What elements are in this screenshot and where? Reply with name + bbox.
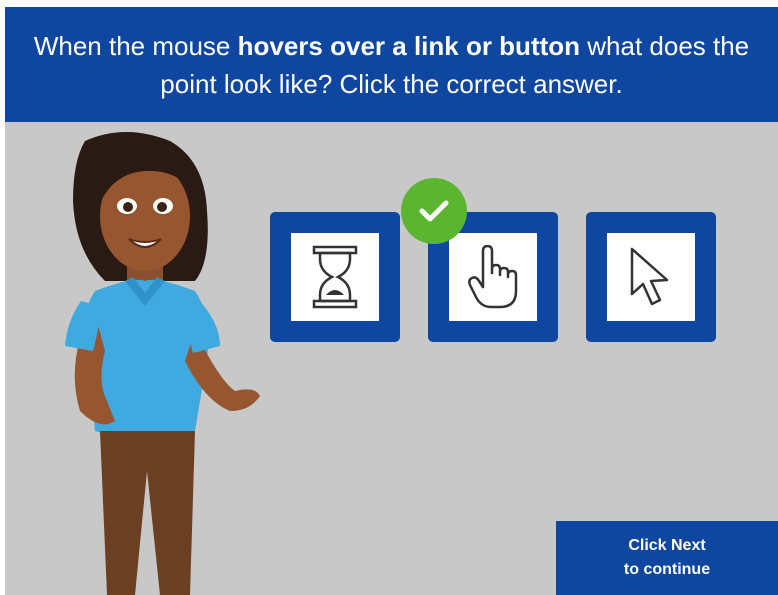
correct-answer-badge xyxy=(401,178,467,244)
next-button[interactable]: Click Next to continue xyxy=(556,521,778,595)
question-text: When the mouse hovers over a link or but… xyxy=(32,27,752,103)
answer-option-hourglass[interactable] xyxy=(270,212,400,342)
next-button-line1: Click Next xyxy=(628,537,706,554)
option-tile xyxy=(607,233,695,321)
answer-option-arrow-cursor[interactable] xyxy=(586,212,716,342)
checkmark-icon xyxy=(419,200,449,222)
instructor-character xyxy=(65,132,260,595)
hourglass-icon xyxy=(312,245,358,309)
next-button-line2: to continue xyxy=(623,561,711,578)
option-tile xyxy=(449,233,537,321)
option-tile xyxy=(291,233,379,321)
question-text-bold: hovers over a link or button xyxy=(237,30,581,61)
hand-pointer-icon xyxy=(468,245,518,309)
question-header: When the mouse hovers over a link or but… xyxy=(5,7,778,122)
arrow-cursor-icon xyxy=(630,247,669,306)
slide: When the mouse hovers over a link or but… xyxy=(5,7,778,595)
question-text-part1: When the mouse xyxy=(33,30,238,61)
